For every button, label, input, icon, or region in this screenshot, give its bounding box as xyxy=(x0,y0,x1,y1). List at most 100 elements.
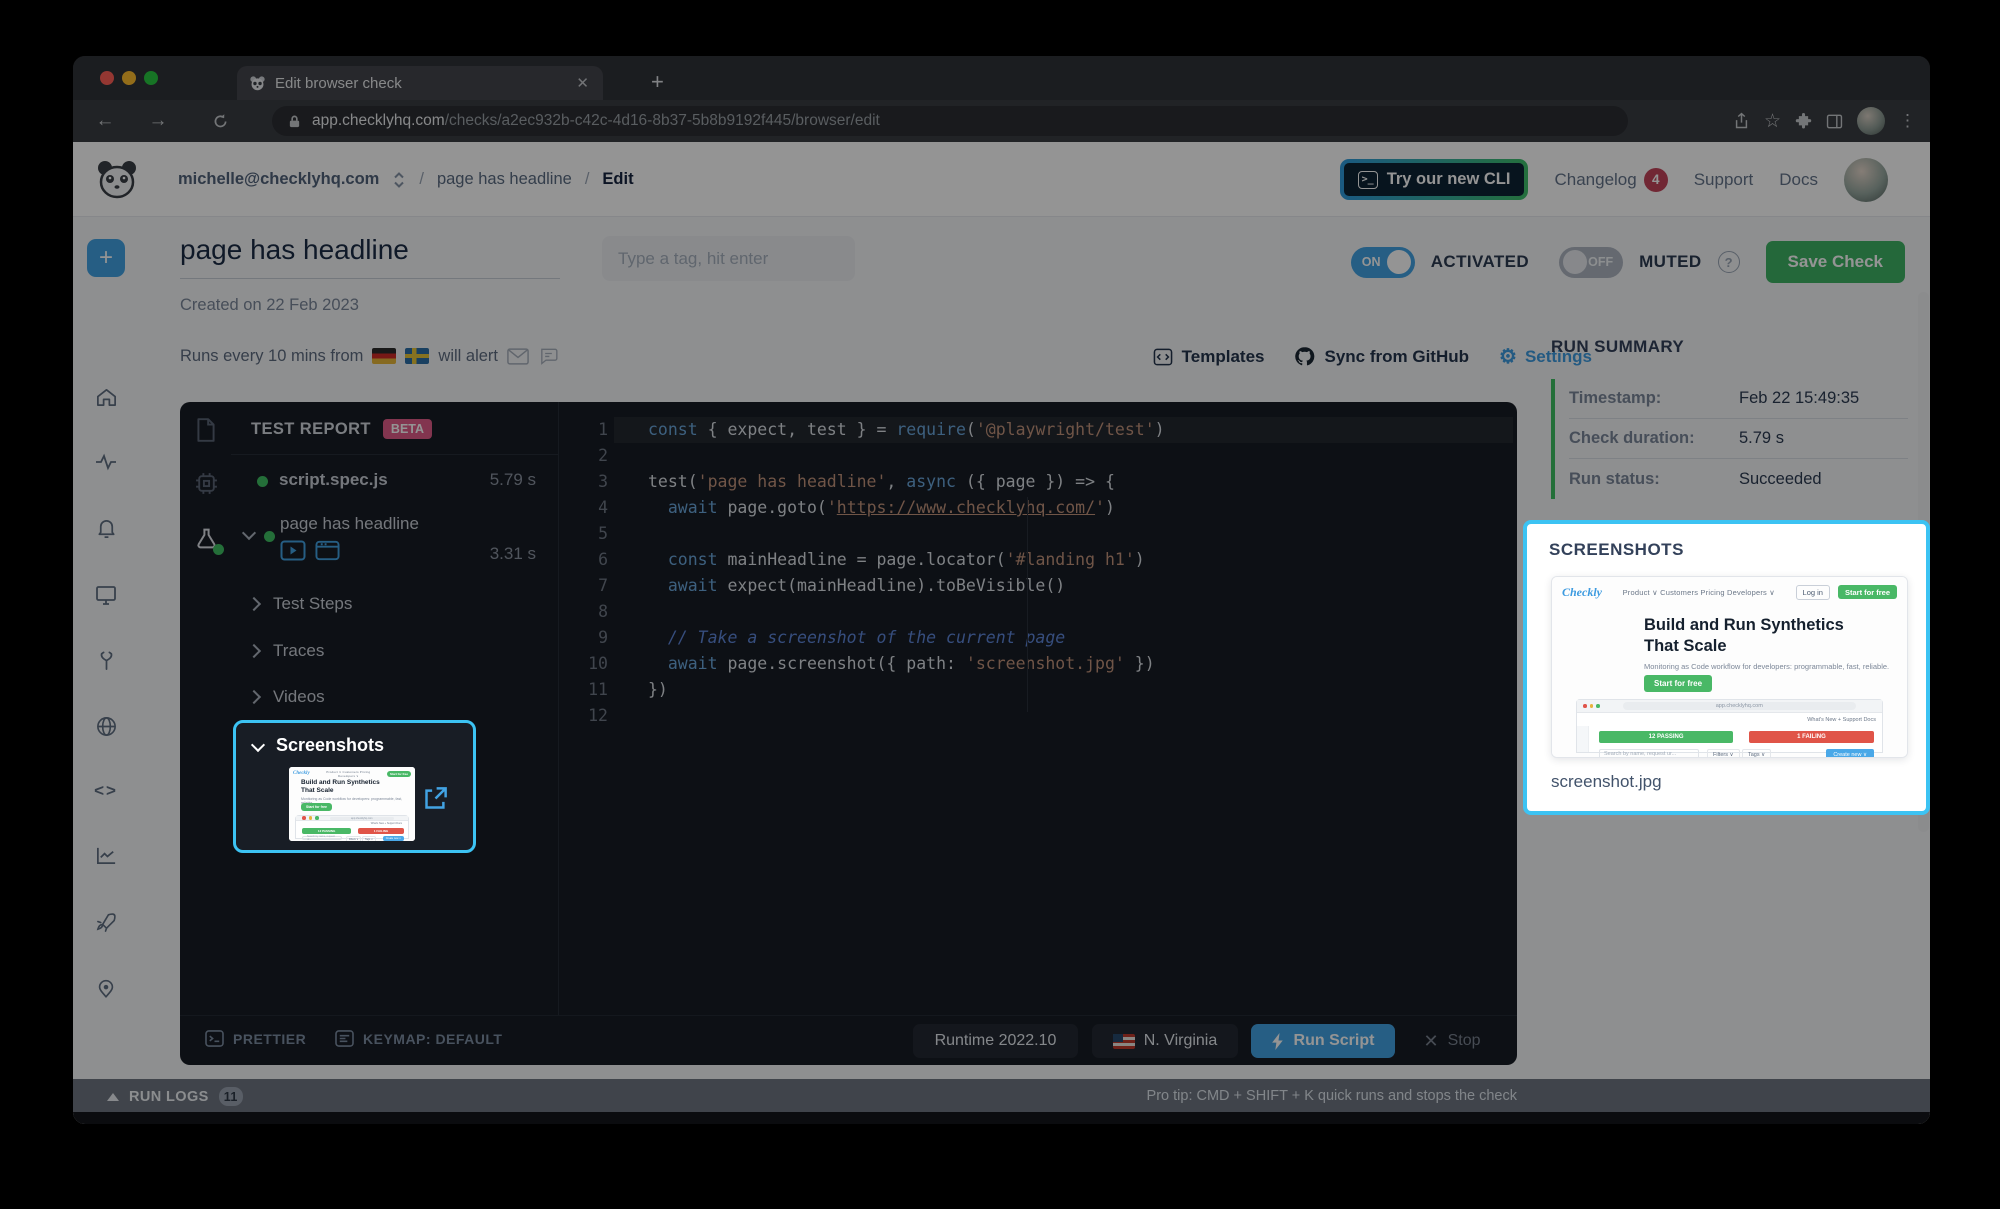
url-bar[interactable]: app.checklyhq.com/checks/a2ec932b-c42c-4… xyxy=(272,106,1628,136)
checkly-logo[interactable] xyxy=(95,158,139,202)
activated-label: ACTIVATED xyxy=(1431,252,1529,272)
reload-icon[interactable] xyxy=(206,107,234,135)
check-name-input[interactable]: page has headline xyxy=(180,234,560,279)
sidebar-item-snippets[interactable]: <> xyxy=(84,769,128,813)
close-window-light[interactable] xyxy=(100,71,114,85)
run-summary-panel: RUN SUMMARY Timestamp:Feb 22 15:49:35 Ch… xyxy=(1551,337,1908,499)
sidebar-item-dashboards[interactable] xyxy=(84,573,128,617)
sidebar-item-quickstart[interactable] xyxy=(84,900,128,944)
breadcrumb-account[interactable]: michelle@checklyhq.com xyxy=(178,170,379,189)
sidebar-item-alerts[interactable] xyxy=(84,506,128,550)
region-selector[interactable]: N. Virginia xyxy=(1092,1024,1238,1058)
app-header: michelle@checklyhq.com / page has headli… xyxy=(73,142,1930,217)
runtime-selector[interactable]: Runtime 2022.10 xyxy=(913,1024,1078,1058)
divider xyxy=(231,454,558,455)
forward-icon[interactable]: → xyxy=(144,107,172,135)
help-icon[interactable]: ? xyxy=(1718,251,1740,273)
chrome-menu-icon[interactable]: ⋮ xyxy=(1899,111,1916,131)
chrome-actions: ☆ ⋮ xyxy=(1733,107,1916,135)
screenshot-thumbnail-large[interactable]: Checkly Product ∨ Customers Pricing Deve… xyxy=(1551,576,1908,758)
muted-label: MUTED xyxy=(1639,252,1701,272)
sidebar-item-maintenance[interactable] xyxy=(84,639,128,683)
bookmark-star-icon[interactable]: ☆ xyxy=(1764,110,1781,133)
docs-link[interactable]: Docs xyxy=(1779,170,1818,190)
sync-github-button[interactable]: Sync from GitHub xyxy=(1294,346,1469,367)
browser-tab[interactable]: Edit browser check ✕ xyxy=(237,66,603,100)
email-alert-icon[interactable] xyxy=(507,348,529,365)
screenshot-window-icon[interactable] xyxy=(315,540,340,561)
browser-window: Edit browser check ✕ + ← → app.checklyhq… xyxy=(73,56,1930,1124)
sidebar-item-private-locations[interactable] xyxy=(84,704,128,748)
sidebar-item-checks[interactable] xyxy=(84,440,128,484)
lock-icon xyxy=(288,114,301,129)
beta-badge: BETA xyxy=(383,419,432,439)
templates-button[interactable]: Templates xyxy=(1153,347,1265,367)
mini-nav: Product ∨ Customers Pricing Developers ∨ xyxy=(1610,588,1788,597)
keymap-status[interactable]: KEYMAP: DEFAULT xyxy=(335,1030,502,1047)
zoom-window-light[interactable] xyxy=(144,71,158,85)
activated-toggle[interactable]: ON xyxy=(1351,247,1415,278)
run-logs-toggle[interactable]: RUN LOGS 11 xyxy=(107,1087,243,1106)
schedule-summary: Runs every 10 mins from will alert xyxy=(180,346,559,366)
test-report-title: TEST REPORT xyxy=(251,420,371,439)
files-tab[interactable] xyxy=(191,415,221,445)
run-script-button[interactable]: Run Script xyxy=(1251,1024,1395,1058)
create-check-button[interactable]: + xyxy=(87,239,125,277)
run-logs-bar[interactable]: RUN LOGS 11 Pro tip: CMD + SHIFT + K qui… xyxy=(73,1079,1930,1112)
cli-button-wrap: >_Try our new CLI xyxy=(1340,159,1529,200)
tag-input[interactable]: Type a tag, hit enter xyxy=(602,236,855,281)
triangle-up-icon xyxy=(107,1093,119,1101)
changelog-link[interactable]: Changelog4 xyxy=(1554,168,1667,192)
try-cli-button[interactable]: >_Try our new CLI xyxy=(1342,161,1527,198)
success-dot xyxy=(257,476,268,487)
user-avatar[interactable] xyxy=(1844,158,1888,202)
browser-profile-avatar[interactable] xyxy=(1857,107,1885,135)
test-report-tab[interactable] xyxy=(191,524,221,554)
mini-headline: Build and Run SyntheticsThat Scale xyxy=(1644,615,1844,656)
tab-close-icon[interactable]: ✕ xyxy=(574,74,591,92)
extensions-puzzle-icon[interactable] xyxy=(1795,113,1812,130)
video-icon[interactable] xyxy=(280,540,306,561)
code-editor[interactable]: 123456789101112 const { expect, test } =… xyxy=(558,402,1517,1015)
sidebar-item-analytics[interactable] xyxy=(84,833,128,877)
side-panel-icon[interactable] xyxy=(1826,113,1843,130)
breadcrumb: michelle@checklyhq.com / page has headli… xyxy=(178,142,634,217)
sidebar-item-home[interactable] xyxy=(84,375,128,419)
checkly-app: michelle@checklyhq.com / page has headli… xyxy=(73,142,1930,1124)
muted-toggle[interactable]: OFF xyxy=(1559,247,1623,278)
new-tab-button[interactable]: + xyxy=(651,68,664,96)
mini-subtext: Monitoring as Code workflow for develope… xyxy=(1644,662,1889,671)
chevron-right-icon xyxy=(247,690,261,704)
screenshots-panel-spotlight: SCREENSHOTS Checkly Product ∨ Customers … xyxy=(1523,520,1930,815)
monitor-icon xyxy=(94,583,118,607)
bolt-icon xyxy=(1272,1033,1285,1050)
open-external-icon[interactable] xyxy=(422,785,449,812)
us-flag-icon xyxy=(1113,1034,1135,1049)
share-icon[interactable] xyxy=(1733,112,1750,130)
dependencies-tab[interactable] xyxy=(191,468,221,498)
chevron-down-icon xyxy=(242,526,256,540)
home-icon xyxy=(95,386,118,409)
tree-item-screenshots-spotlight[interactable]: Screenshots ChecklyProduct ∨ Customers P… xyxy=(233,720,476,853)
tree-item-label: Test Steps xyxy=(273,594,352,614)
sidebar-item-locations[interactable] xyxy=(84,966,128,1010)
prettier-status[interactable]: PRETTIER xyxy=(205,1030,306,1047)
indent-guide xyxy=(1027,497,1028,712)
breadcrumb-check[interactable]: page has headline xyxy=(437,170,572,189)
tab-title: Edit browser check xyxy=(275,75,574,92)
chevron-right-icon xyxy=(247,597,261,611)
minimize-window-light[interactable] xyxy=(122,71,136,85)
save-check-button[interactable]: Save Check xyxy=(1766,241,1905,283)
back-icon[interactable]: ← xyxy=(91,107,119,135)
germany-flag-icon xyxy=(372,348,396,364)
support-link[interactable]: Support xyxy=(1694,170,1754,190)
stop-button[interactable]: ✕Stop xyxy=(1406,1024,1498,1058)
pro-tip-text: Pro tip: CMD + SHIFT + K quick runs and … xyxy=(1147,1088,1517,1104)
templates-icon xyxy=(1153,348,1173,366)
breadcrumb-current: Edit xyxy=(602,170,633,189)
account-switcher-icon[interactable] xyxy=(392,170,406,190)
run-logs-count-badge: 11 xyxy=(219,1087,243,1106)
sms-alert-icon[interactable] xyxy=(538,346,559,366)
mini-search: Search by name, request ur... xyxy=(1599,749,1699,758)
screenshot-thumbnail-small[interactable]: ChecklyProduct ∨ Customers Pricing Devel… xyxy=(289,767,415,841)
